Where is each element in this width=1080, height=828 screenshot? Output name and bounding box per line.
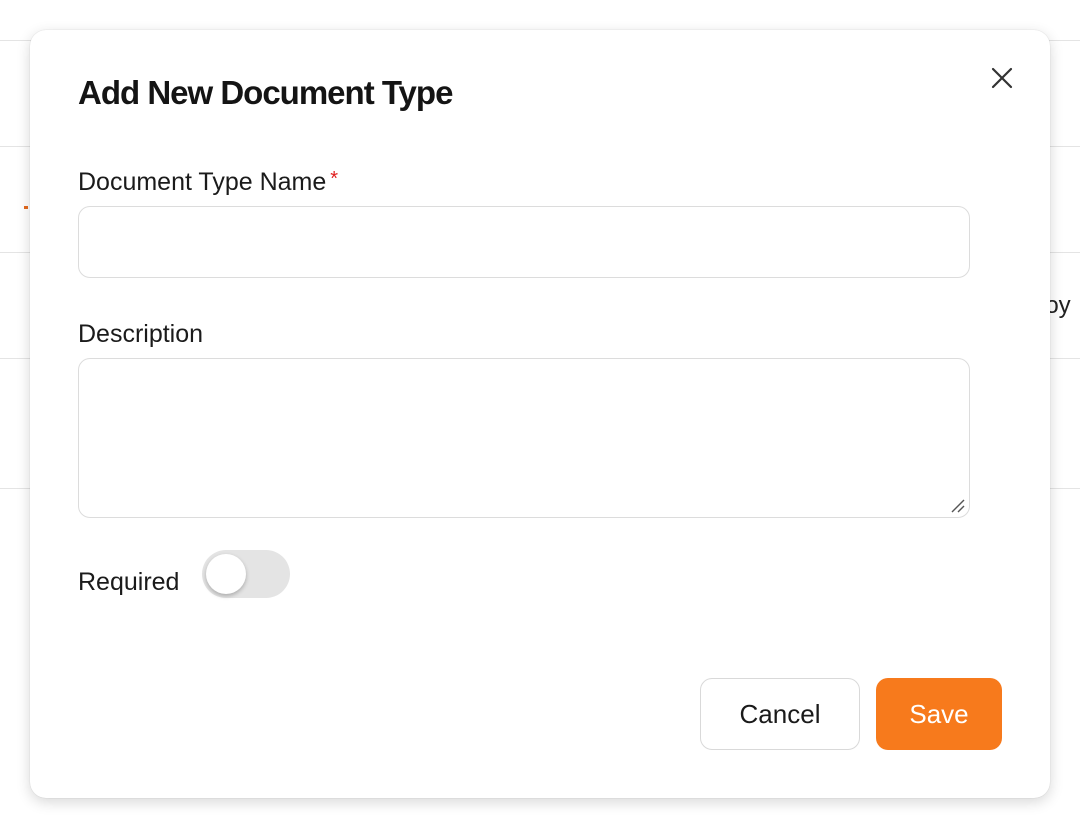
- close-button[interactable]: [984, 60, 1020, 96]
- required-asterisk: *: [330, 168, 339, 190]
- add-document-type-dialog: Add New Document Type Document Type Name…: [30, 30, 1050, 798]
- document-type-name-label-text: Document Type Name: [78, 168, 327, 196]
- cancel-button[interactable]: Cancel: [700, 678, 860, 750]
- background-mark: [24, 206, 28, 209]
- dialog-title: Add New Document Type: [78, 74, 453, 111]
- resize-handle-icon[interactable]: [948, 496, 966, 514]
- description-textarea[interactable]: [78, 358, 970, 518]
- required-toggle-label: Required: [78, 568, 180, 596]
- description-label: Description: [78, 320, 204, 348]
- save-button[interactable]: Save: [876, 678, 1002, 750]
- toggle-knob: [206, 554, 246, 594]
- document-type-name-label: Document Type Name *: [78, 168, 338, 197]
- close-icon: [991, 67, 1013, 89]
- document-type-name-input[interactable]: [78, 206, 970, 278]
- required-toggle[interactable]: [202, 550, 290, 598]
